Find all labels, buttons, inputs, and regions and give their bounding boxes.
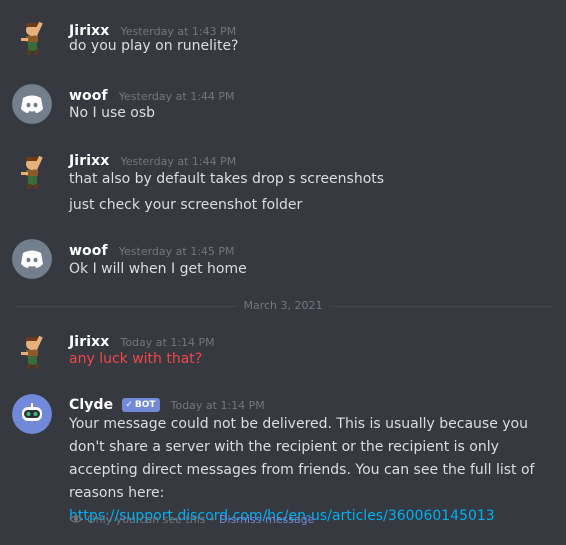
dismiss-message-link[interactable]: Dismiss message (219, 513, 314, 526)
author-name[interactable]: woof (69, 243, 108, 259)
message-header: woof Yesterday at 1:45 PM (69, 240, 235, 259)
timestamp: Today at 1:14 PM (120, 336, 215, 349)
jirixx-avatar[interactable] (12, 330, 52, 370)
jirixx-avatar[interactable] (12, 150, 52, 190)
date-divider: March 3, 2021 (0, 299, 566, 312)
timestamp: Today at 1:14 PM (170, 399, 265, 412)
timestamp: Yesterday at 1:44 PM (118, 90, 235, 103)
waving-character-icon (12, 16, 52, 56)
message-header: woof Yesterday at 1:44 PM (69, 85, 235, 104)
discord-logo-icon (12, 239, 52, 279)
timestamp: Yesterday at 1:44 PM (120, 155, 237, 168)
woof-avatar[interactable] (12, 84, 52, 124)
bot-badge-label: BOT (134, 400, 156, 410)
message-body: Your message could not be delivered. Thi… (69, 413, 549, 528)
message-header: Jirixx Yesterday at 1:43 PM (69, 20, 236, 39)
waving-character-icon (12, 150, 52, 190)
jirixx-avatar[interactable] (12, 16, 52, 56)
discord-logo-icon (12, 84, 52, 124)
message-header: Jirixx Today at 1:14 PM (69, 331, 215, 350)
eye-icon (69, 515, 83, 523)
author-name[interactable]: Jirixx (69, 153, 109, 169)
clyde-avatar[interactable] (12, 394, 52, 434)
dm-chat: Jirixx Yesterday at 1:43 PM do you play … (0, 0, 566, 545)
date-divider-label: March 3, 2021 (237, 299, 329, 312)
woof-avatar[interactable] (12, 239, 52, 279)
bot-badge: ✓ BOT (122, 398, 160, 412)
message-header: Jirixx Yesterday at 1:44 PM (69, 150, 236, 169)
message-text: Ok I will when I get home (69, 261, 247, 277)
message-text: No I use osb (69, 105, 156, 121)
message-text: that also by default takes drop s screen… (69, 171, 385, 187)
message-text: just check your screenshot folder (69, 197, 303, 213)
message-text: do you play on runelite? (69, 38, 239, 54)
ephemeral-note: Only you can see this (87, 513, 206, 526)
message-text: Your message could not be delivered. Thi… (69, 416, 535, 501)
message-header: Clyde ✓ BOT Today at 1:14 PM (69, 394, 265, 413)
clyde-bot-icon (12, 394, 52, 434)
ephemeral-notice: Only you can see this • Dismiss message (69, 513, 314, 526)
waving-character-icon (12, 330, 52, 370)
author-name[interactable]: Jirixx (69, 23, 109, 39)
author-name[interactable]: woof (69, 88, 108, 104)
verified-check-icon: ✓ (125, 400, 133, 410)
author-name[interactable]: Clyde (69, 397, 113, 413)
timestamp: Yesterday at 1:45 PM (118, 245, 235, 258)
failed-message-text: any luck with that? (69, 351, 203, 367)
timestamp: Yesterday at 1:43 PM (120, 25, 237, 38)
author-name[interactable]: Jirixx (69, 334, 109, 350)
separator: • (209, 513, 216, 526)
